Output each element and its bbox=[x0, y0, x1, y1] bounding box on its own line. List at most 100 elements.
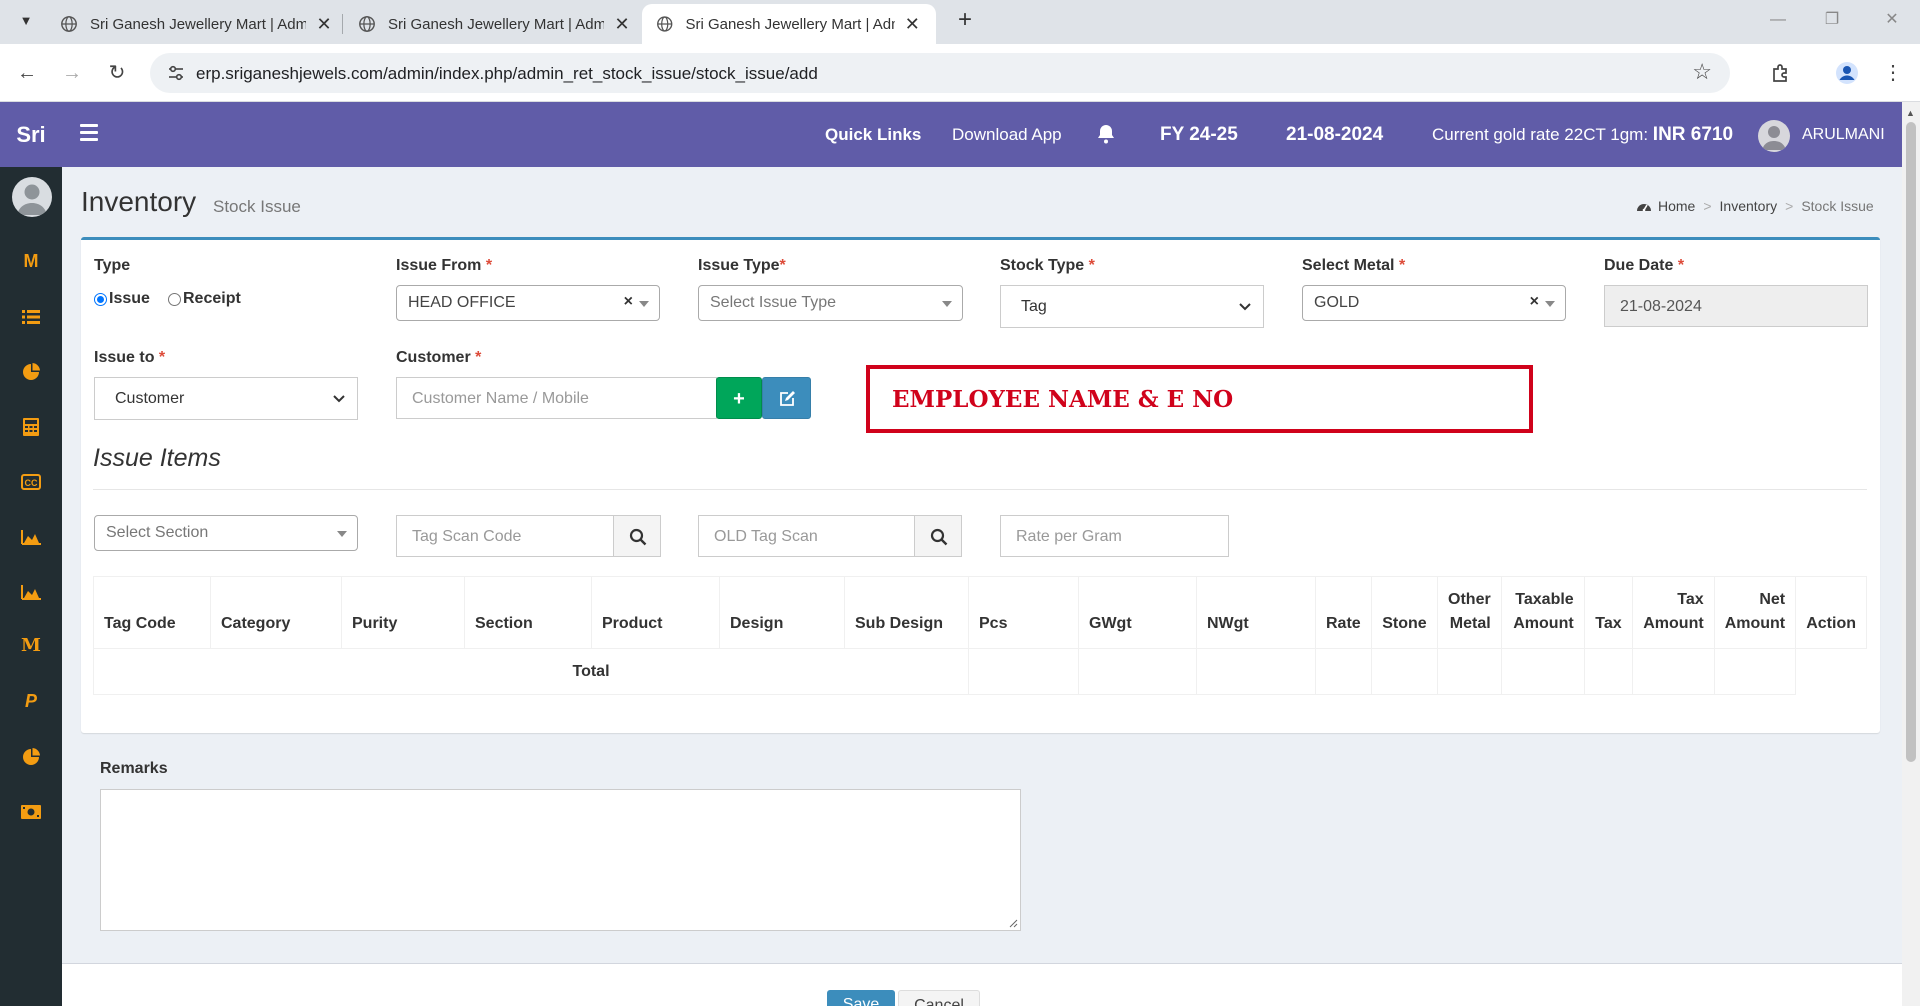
issue-from-label: Issue From * bbox=[396, 257, 493, 274]
remarks-textarea[interactable] bbox=[100, 789, 1021, 931]
site-settings-icon[interactable] bbox=[166, 63, 186, 83]
pie-chart-icon[interactable] bbox=[0, 741, 62, 771]
forward-arrow-icon[interactable]: → bbox=[57, 58, 87, 88]
col-header: Other Metal bbox=[1436, 576, 1502, 649]
col-header: Tag Code bbox=[93, 576, 211, 649]
plus-icon: + bbox=[733, 388, 745, 410]
section-select[interactable]: Select Section bbox=[94, 515, 358, 551]
sidebar-user-avatar[interactable] bbox=[12, 177, 52, 217]
metal-value: GOLD bbox=[1314, 294, 1360, 311]
table-header-row: Tag Code Category Purity Section Product… bbox=[93, 576, 1867, 649]
type-issue-radio[interactable]: Issue bbox=[94, 290, 150, 308]
tab-divider bbox=[342, 14, 343, 34]
address-bar[interactable]: erp.sriganeshjewels.com/admin/index.php/… bbox=[150, 53, 1730, 93]
issue-to-select[interactable]: Customer bbox=[94, 377, 358, 420]
user-name[interactable]: ARULMANI bbox=[1802, 102, 1885, 167]
globe-icon bbox=[657, 16, 673, 32]
type-label: Type bbox=[94, 257, 131, 274]
total-cell bbox=[1583, 648, 1633, 695]
total-cell bbox=[1713, 648, 1797, 695]
issue-type-select[interactable]: Select Issue Type bbox=[698, 285, 963, 321]
tab-close-icon[interactable]: ✕ bbox=[314, 14, 334, 35]
quick-links-link[interactable]: Quick Links bbox=[825, 102, 921, 167]
stock-type-select[interactable]: Tag bbox=[1000, 285, 1264, 328]
cc-icon[interactable]: CC bbox=[0, 466, 62, 496]
col-header: Pcs bbox=[968, 576, 1079, 649]
add-customer-button[interactable]: + bbox=[716, 377, 762, 419]
tag-search-button[interactable] bbox=[613, 515, 661, 557]
old-tag-scan-input[interactable]: OLD Tag Scan bbox=[698, 515, 916, 557]
clear-x-icon[interactable]: × bbox=[1530, 293, 1539, 311]
new-tab-plus-icon[interactable]: + bbox=[950, 6, 980, 36]
pie-chart-icon[interactable] bbox=[0, 356, 62, 386]
list-icon[interactable] bbox=[0, 301, 62, 331]
customer-search-input[interactable]: Customer Name / Mobile bbox=[396, 377, 717, 419]
money-icon[interactable] bbox=[0, 796, 62, 826]
old-tag-search-button[interactable] bbox=[914, 515, 962, 557]
user-avatar[interactable] bbox=[1758, 120, 1790, 152]
reload-icon[interactable]: ↻ bbox=[102, 58, 132, 88]
col-header: Purity bbox=[341, 576, 465, 649]
window-close-icon[interactable]: ✕ bbox=[1872, 6, 1912, 34]
col-header: Tax bbox=[1583, 576, 1633, 649]
profile-icon[interactable] bbox=[1832, 58, 1862, 88]
minimize-icon[interactable]: — bbox=[1758, 6, 1798, 34]
metal-select[interactable]: GOLD × bbox=[1302, 285, 1566, 321]
area-chart-icon[interactable] bbox=[0, 576, 62, 606]
download-app-link[interactable]: Download App bbox=[952, 102, 1062, 167]
breadcrumb-inventory[interactable]: Inventory bbox=[1720, 198, 1778, 214]
browser-tab-bar: ▼ Sri Ganesh Jewellery Mart | Adm ✕ Sri … bbox=[0, 0, 1920, 44]
page-scrollbar[interactable]: ▲ bbox=[1902, 102, 1920, 1006]
col-header: Rate bbox=[1315, 576, 1372, 649]
tab-title: Sri Ganesh Jewellery Mart | Adm bbox=[388, 15, 604, 33]
breadcrumb-home[interactable]: Home bbox=[1658, 198, 1695, 214]
save-button[interactable]: Save bbox=[827, 990, 895, 1006]
edit-customer-button[interactable] bbox=[762, 377, 811, 419]
tab-search-chevron-icon[interactable]: ▼ bbox=[12, 6, 40, 34]
scroll-thumb[interactable] bbox=[1906, 122, 1916, 762]
extensions-puzzle-icon[interactable] bbox=[1766, 58, 1796, 88]
dropdown-arrow-icon bbox=[1545, 301, 1555, 307]
type-receipt-radio[interactable]: Receipt bbox=[168, 290, 241, 308]
scroll-up-icon[interactable]: ▲ bbox=[1906, 108, 1915, 118]
p-icon[interactable]: P bbox=[0, 686, 62, 716]
radio-checked-icon[interactable] bbox=[94, 292, 107, 306]
rate-per-gram-input[interactable]: Rate per Gram bbox=[1000, 515, 1229, 557]
edit-icon bbox=[779, 391, 795, 406]
cancel-button[interactable]: Cancel bbox=[898, 990, 980, 1006]
financial-year[interactable]: FY 24-25 bbox=[1160, 102, 1238, 167]
search-icon bbox=[629, 528, 647, 546]
sidebar-toggle-icon[interactable] bbox=[80, 124, 98, 144]
m-icon[interactable]: M bbox=[0, 631, 62, 661]
col-header: Design bbox=[719, 576, 845, 649]
app-logo[interactable]: Sri bbox=[0, 102, 62, 167]
browser-menu-icon[interactable]: ⋮ bbox=[1878, 58, 1908, 88]
radio-unchecked-icon[interactable] bbox=[168, 292, 181, 306]
calculator-icon[interactable] bbox=[0, 411, 62, 441]
resize-handle-icon[interactable] bbox=[1008, 918, 1018, 928]
breadcrumb-current: Stock Issue bbox=[1801, 198, 1874, 214]
m-icon[interactable]: M bbox=[0, 246, 62, 276]
tab-close-icon[interactable]: ✕ bbox=[612, 14, 632, 35]
restore-icon[interactable]: ❐ bbox=[1812, 6, 1852, 34]
tab-title: Sri Ganesh Jewellery Mart | Adm bbox=[90, 15, 306, 33]
browser-tab-1[interactable]: Sri Ganesh Jewellery Mart | Adm ✕ bbox=[46, 4, 348, 44]
rate-placeholder: Rate per Gram bbox=[1016, 528, 1122, 545]
clear-x-icon[interactable]: × bbox=[624, 293, 633, 311]
gold-rate-label: Current gold rate 22CT 1gm: bbox=[1432, 125, 1653, 144]
issue-from-select[interactable]: HEAD OFFICE × bbox=[396, 285, 660, 321]
tab-close-icon[interactable]: ✕ bbox=[903, 14, 922, 35]
browser-tab-3-active[interactable]: Sri Ganesh Jewellery Mart | Adm ✕ bbox=[642, 4, 936, 44]
customer-label: Customer * bbox=[396, 349, 482, 366]
total-cell bbox=[1436, 648, 1502, 695]
bookmark-star-icon[interactable]: ☆ bbox=[1692, 59, 1712, 85]
page-subtitle: Stock Issue bbox=[213, 197, 301, 216]
total-cell bbox=[1370, 648, 1438, 695]
notification-bell-icon[interactable] bbox=[1094, 122, 1118, 146]
area-chart-icon[interactable] bbox=[0, 521, 62, 551]
back-arrow-icon[interactable]: ← bbox=[12, 58, 42, 88]
browser-tab-2[interactable]: Sri Ganesh Jewellery Mart | Adm ✕ bbox=[344, 4, 646, 44]
app-header: Sri Quick Links Download App FY 24-25 21… bbox=[0, 102, 1902, 167]
col-header: Tax Amount bbox=[1631, 576, 1715, 649]
tag-scan-input[interactable]: Tag Scan Code bbox=[396, 515, 614, 557]
